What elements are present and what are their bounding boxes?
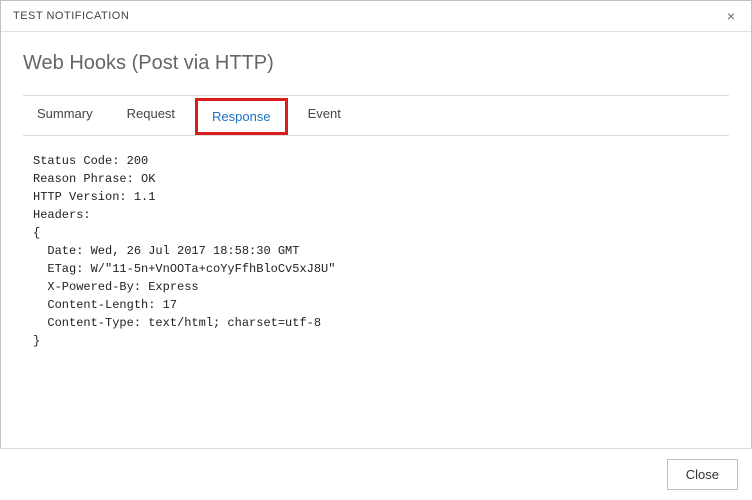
tab-event[interactable]: Event bbox=[294, 98, 355, 135]
tab-request[interactable]: Request bbox=[113, 98, 189, 135]
dialog-header: TEST NOTIFICATION × bbox=[1, 1, 751, 32]
tab-response[interactable]: Response bbox=[195, 98, 288, 135]
dialog-title: TEST NOTIFICATION bbox=[13, 10, 129, 22]
tab-summary[interactable]: Summary bbox=[23, 98, 107, 135]
close-icon[interactable]: × bbox=[721, 7, 741, 25]
dialog-content: Web Hooks (Post via HTTP) Summary Reques… bbox=[1, 32, 751, 426]
dialog-footer: Close bbox=[0, 448, 752, 500]
divider bbox=[23, 95, 729, 96]
page-title: Web Hooks (Post via HTTP) bbox=[23, 52, 729, 75]
tab-bar: Summary Request Response Event bbox=[23, 98, 729, 136]
response-body: Status Code: 200 Reason Phrase: OK HTTP … bbox=[23, 136, 729, 426]
close-button[interactable]: Close bbox=[667, 459, 738, 490]
